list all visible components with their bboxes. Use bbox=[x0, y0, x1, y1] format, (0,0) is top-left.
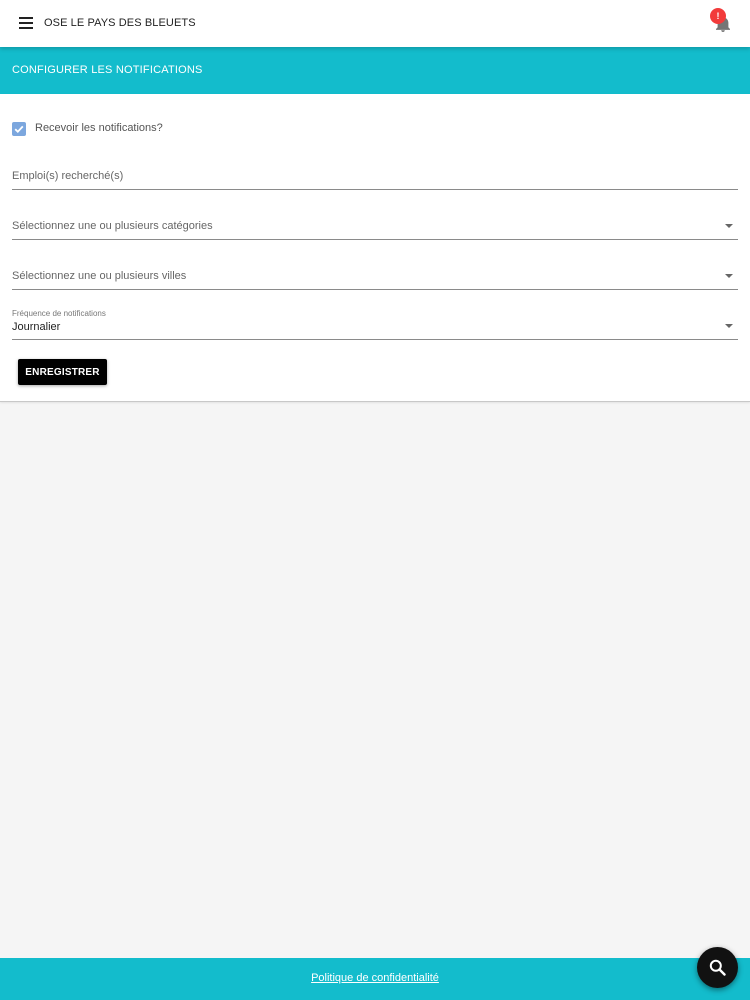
categories-select[interactable]: Sélectionnez une ou plusieurs catégories bbox=[12, 212, 738, 240]
notification-settings-form: Recevoir les notifications? Emploi(s) re… bbox=[0, 94, 750, 402]
job-search-field[interactable]: Emploi(s) recherché(s) bbox=[12, 162, 738, 190]
app-title: OSE LE PAYS DES BLEUETS bbox=[44, 17, 196, 29]
receive-notifications-label: Recevoir les notifications? bbox=[35, 122, 163, 134]
dropdown-arrow-icon bbox=[725, 224, 733, 228]
app-bar: OSE LE PAYS DES BLEUETS ! bbox=[0, 0, 750, 47]
job-search-placeholder: Emploi(s) recherché(s) bbox=[12, 170, 124, 182]
footer: Politique de confidentialité bbox=[0, 958, 750, 1000]
notifications-button[interactable]: ! bbox=[710, 8, 736, 36]
section-header: CONFIGURER LES NOTIFICATIONS bbox=[0, 47, 750, 94]
categories-placeholder: Sélectionnez une ou plusieurs catégories bbox=[12, 220, 213, 232]
notification-badge: ! bbox=[710, 8, 726, 24]
search-fab-button[interactable] bbox=[697, 947, 738, 988]
checkbox-checked-icon[interactable] bbox=[12, 122, 26, 136]
frequency-value: Journalier bbox=[12, 321, 61, 333]
section-title: CONFIGURER LES NOTIFICATIONS bbox=[12, 64, 203, 76]
dropdown-arrow-icon bbox=[725, 324, 733, 328]
menu-icon[interactable] bbox=[18, 14, 36, 32]
cities-select[interactable]: Sélectionnez une ou plusieurs villes bbox=[12, 262, 738, 290]
dropdown-arrow-icon bbox=[725, 274, 733, 278]
frequency-select[interactable]: Fréquence de notifications Journalier bbox=[12, 309, 738, 340]
privacy-policy-link[interactable]: Politique de confidentialité bbox=[0, 972, 750, 984]
save-button[interactable]: ENREGISTRER bbox=[18, 359, 107, 385]
search-icon bbox=[709, 959, 726, 976]
cities-placeholder: Sélectionnez une ou plusieurs villes bbox=[12, 270, 187, 282]
frequency-label: Fréquence de notifications bbox=[12, 309, 106, 318]
